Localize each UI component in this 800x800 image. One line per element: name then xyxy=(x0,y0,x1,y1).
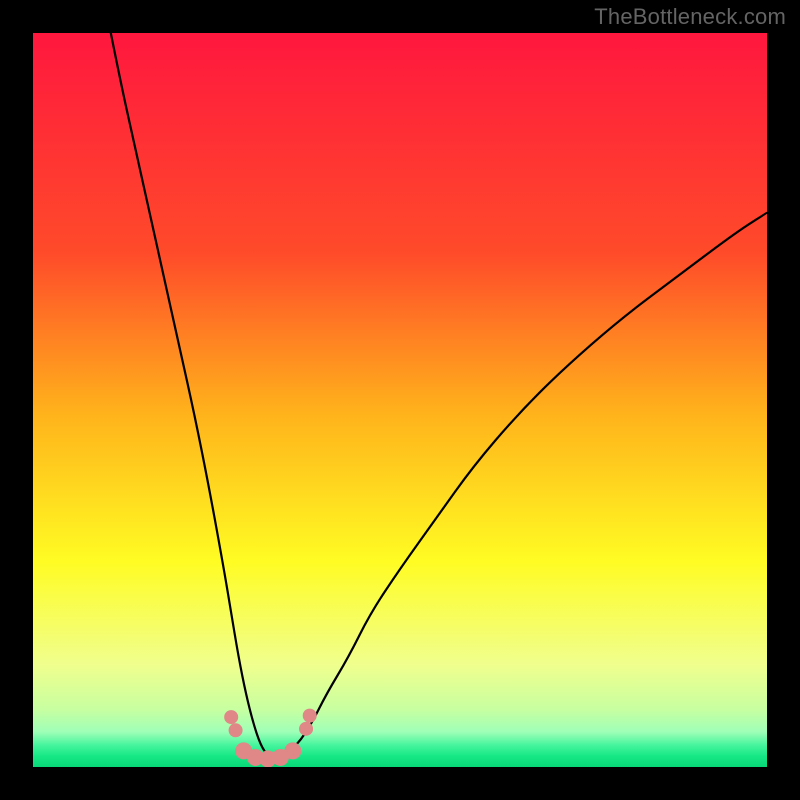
valley-marker xyxy=(299,722,313,736)
valley-marker xyxy=(229,723,243,737)
chart-stage: TheBottleneck.com xyxy=(0,0,800,800)
valley-marker xyxy=(224,710,238,724)
valley-marker xyxy=(303,709,317,723)
valley-marker xyxy=(284,742,301,759)
gradient-background xyxy=(33,33,767,767)
watermark-text: TheBottleneck.com xyxy=(594,4,786,30)
chart-svg xyxy=(0,0,800,800)
